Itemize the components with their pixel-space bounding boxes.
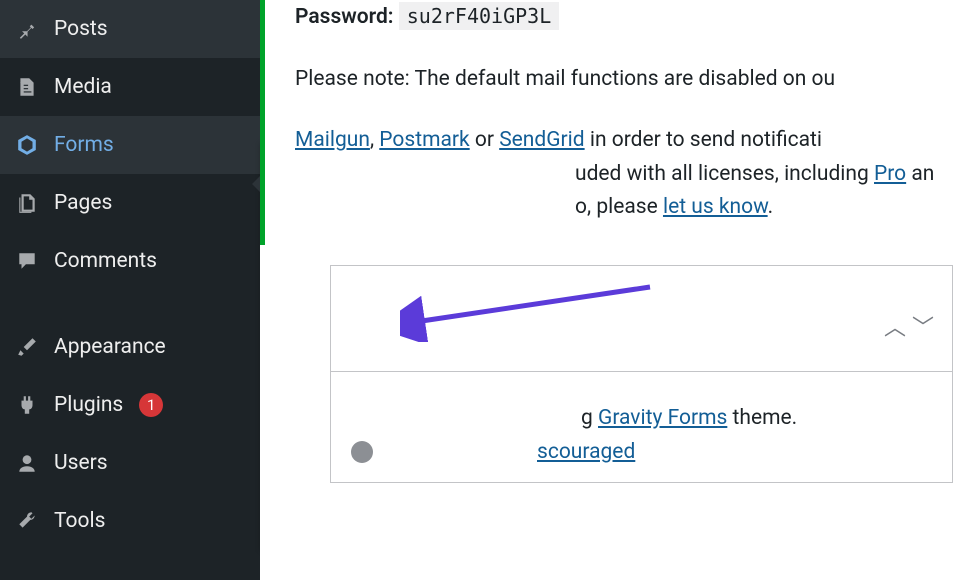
panel-body: g Gravity Forms theme. scouraged <box>331 372 952 482</box>
sidebar-item-tools[interactable]: Tools <box>0 492 260 550</box>
notice-text: uded with all licenses, including Pro an <box>295 158 979 192</box>
sidebar-item-forms[interactable]: Forms <box>0 116 260 174</box>
notice-text: Mailgun, Postmark or SendGrid in order t… <box>295 124 979 158</box>
password-value: su2rF40iGP3L <box>399 2 560 30</box>
link-gravity-forms[interactable]: Gravity Forms <box>598 406 727 430</box>
password-row: Password: su2rF40iGP3L <box>295 0 979 35</box>
link-let-us-know[interactable]: let us know <box>663 195 768 219</box>
panel: ︿ ﹀ g Gravity Forms theme. scouraged <box>330 265 953 483</box>
plugin-icon <box>14 392 40 418</box>
link-sendgrid[interactable]: SendGrid <box>499 128 584 152</box>
sidebar-item-label: Plugins <box>54 393 123 417</box>
admin-notice: Password: su2rF40iGP3L Please note: The … <box>260 0 979 245</box>
link-pro[interactable]: Pro <box>874 162 906 186</box>
sidebar-spacer <box>0 290 260 318</box>
update-badge: 1 <box>139 393 163 417</box>
link-mailgun[interactable]: Mailgun <box>295 128 370 152</box>
password-label: Password: <box>295 5 394 29</box>
status-dot-icon <box>351 441 373 463</box>
notice-text: Please note: The default mail functions … <box>295 63 979 97</box>
panel-header: ︿ ﹀ <box>331 266 952 372</box>
sidebar-item-label: Posts <box>54 17 108 41</box>
comments-icon <box>14 248 40 274</box>
notice-text: o, please let us know. <box>295 191 979 225</box>
chevron-down-icon: ﹀ <box>912 310 934 342</box>
sidebar-item-label: Tools <box>54 509 105 533</box>
sidebar-item-users[interactable]: Users <box>0 434 260 492</box>
thumbtack-icon <box>14 16 40 42</box>
media-icon <box>14 74 40 100</box>
sidebar-item-label: Forms <box>54 133 114 157</box>
brush-icon <box>14 334 40 360</box>
forms-icon <box>14 132 40 158</box>
sidebar-item-label: Media <box>54 75 112 99</box>
sidebar-item-plugins[interactable]: Plugins 1 <box>0 376 260 434</box>
pages-icon <box>14 190 40 216</box>
status-line: scouraged <box>351 440 932 464</box>
sidebar-item-label: Comments <box>54 249 157 273</box>
chevron-up-icon: ︿ <box>884 310 906 342</box>
sidebar-item-media[interactable]: Media <box>0 58 260 116</box>
sidebar-item-label: Users <box>54 451 108 475</box>
status-link[interactable]: scouraged <box>387 440 635 464</box>
sidebar-item-comments[interactable]: Comments <box>0 232 260 290</box>
link-postmark[interactable]: Postmark <box>379 128 469 152</box>
sidebar-item-posts[interactable]: Posts <box>0 0 260 58</box>
sidebar-item-appearance[interactable]: Appearance <box>0 318 260 376</box>
wrench-icon <box>14 508 40 534</box>
sidebar-item-label: Pages <box>54 191 112 215</box>
content-area: Password: su2rF40iGP3L Please note: The … <box>260 0 979 580</box>
sidebar-item-pages[interactable]: Pages <box>0 174 260 232</box>
user-icon <box>14 450 40 476</box>
admin-sidebar: Posts Media Forms Pages Comments Appeara… <box>0 0 260 580</box>
panel-toggle[interactable]: ︿ ﹀ <box>884 310 934 342</box>
sidebar-item-label: Appearance <box>54 335 166 359</box>
